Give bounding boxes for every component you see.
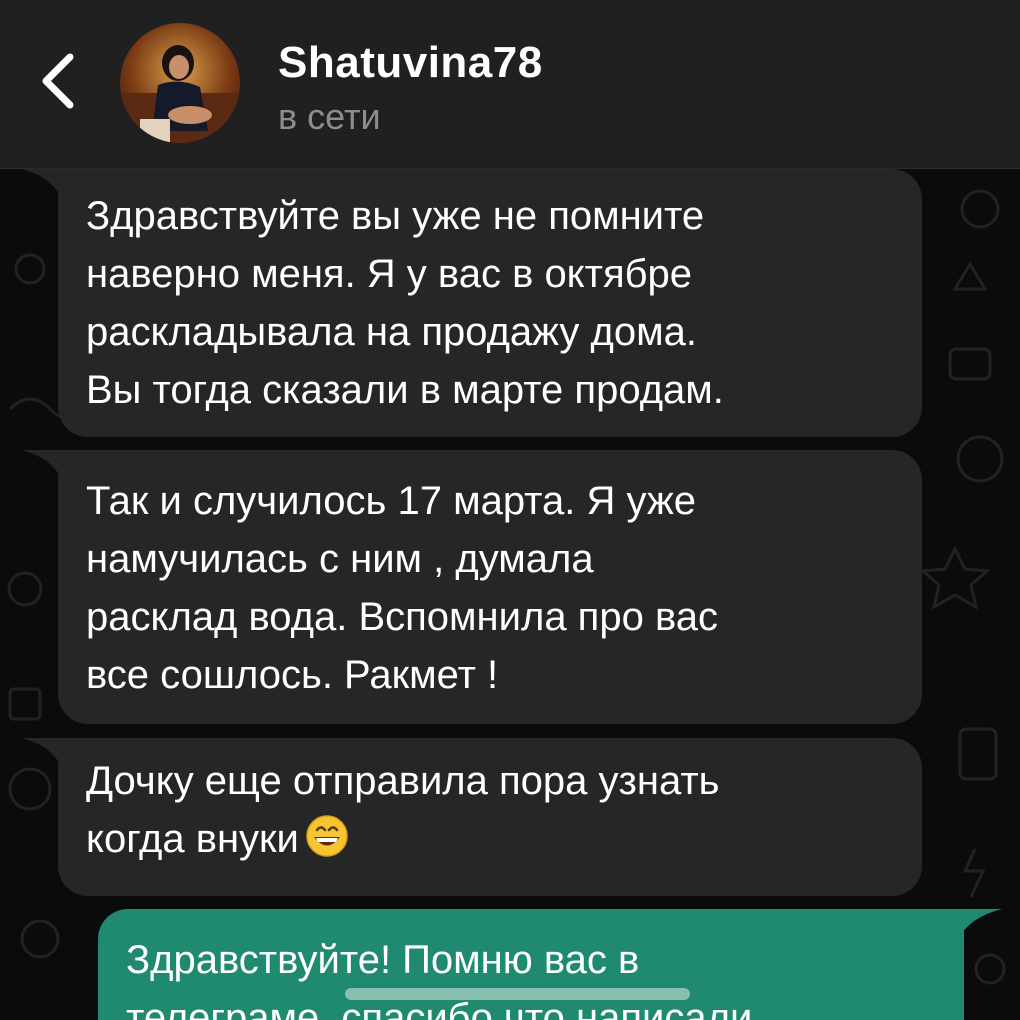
- home-indicator[interactable]: [345, 988, 690, 1000]
- message-bubble-incoming[interactable]: Дочку еще отправила пора узнать когда вн…: [58, 738, 922, 896]
- message-text: Дочку еще отправила пора узнать когда вн…: [86, 759, 720, 861]
- grinning-face-icon: [305, 814, 349, 858]
- back-button[interactable]: [28, 48, 88, 118]
- chat-header: Shatuvina78 в сети: [0, 0, 1020, 169]
- contact-name[interactable]: Shatuvina78: [278, 38, 543, 88]
- bubble-tail: [22, 738, 62, 768]
- chat-area: Здравствуйте вы уже не помните наверно м…: [0, 169, 1020, 1020]
- contact-status: в сети: [278, 96, 381, 137]
- message-text: Здравствуйте вы уже не помните наверно м…: [86, 194, 724, 412]
- avatar[interactable]: [120, 23, 240, 143]
- message-text: Так и случилось 17 марта. Я уже намучила…: [86, 479, 718, 697]
- bubble-tail: [22, 169, 62, 199]
- message-text: Здравствуйте! Помню вас в телеграме, спа…: [126, 938, 753, 1020]
- bubble-tail: [22, 450, 62, 480]
- chevron-left-icon: [38, 51, 78, 116]
- bubble-tail: [958, 909, 1002, 939]
- message-bubble-outgoing[interactable]: Здравствуйте! Помню вас в телеграме, спа…: [98, 909, 964, 1020]
- message-bubble-incoming[interactable]: Здравствуйте вы уже не помните наверно м…: [58, 169, 922, 437]
- message-bubble-incoming[interactable]: Так и случилось 17 марта. Я уже намучила…: [58, 450, 922, 724]
